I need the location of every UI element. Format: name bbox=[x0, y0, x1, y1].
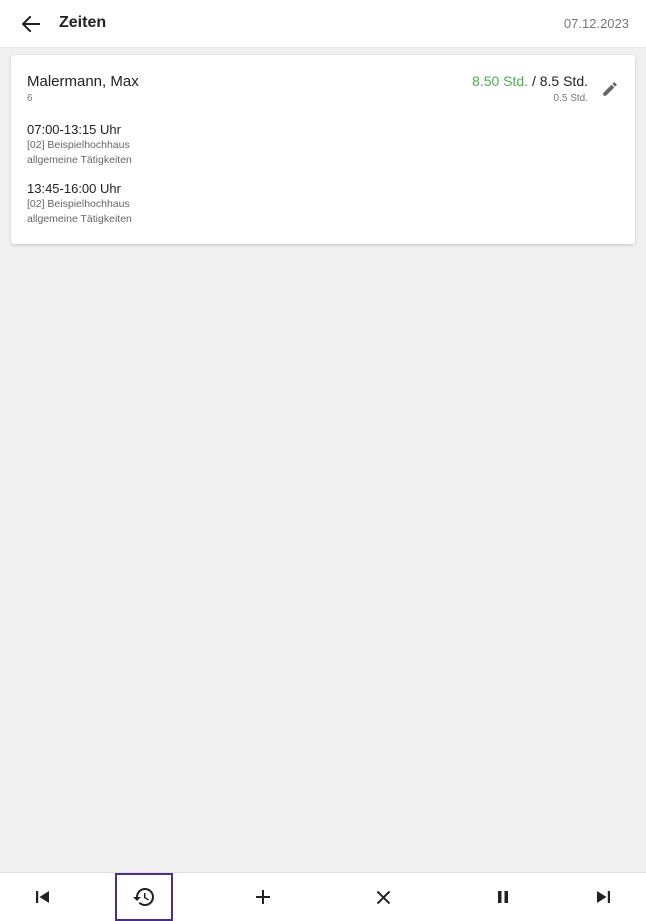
hours-summary: 8.50 Std. / 8.5 Std. bbox=[472, 73, 588, 89]
arrow-back-icon bbox=[22, 16, 40, 32]
entry-time: 07:00-13:15 Uhr bbox=[27, 122, 121, 137]
next-button[interactable] bbox=[574, 873, 632, 921]
skip-previous-icon bbox=[36, 891, 49, 903]
skip-next-icon bbox=[597, 891, 610, 903]
bottom-toolbar bbox=[0, 872, 646, 921]
hours-actual: 8.50 Std. bbox=[472, 73, 529, 89]
page-title: Zeiten bbox=[59, 14, 107, 31]
hours-separator: / bbox=[528, 73, 540, 89]
employee-name: Malermann, Max bbox=[27, 73, 139, 90]
app-bar: Zeiten 07.12.2023 bbox=[0, 0, 646, 48]
previous-button[interactable] bbox=[14, 873, 72, 921]
edit-button[interactable] bbox=[601, 80, 619, 98]
history-icon bbox=[133, 888, 154, 906]
entry-project: [02] Beispielhochhaus bbox=[27, 198, 130, 210]
time-entry[interactable]: 13:45-16:00 Uhr [02] Beispielhochhaus al… bbox=[27, 181, 132, 227]
entry-activity: allgemeine Tätigkeiten bbox=[27, 154, 132, 166]
entry-project: [02] Beispielhochhaus bbox=[27, 139, 130, 151]
close-icon bbox=[376, 890, 390, 904]
time-entry[interactable]: 07:00-13:15 Uhr [02] Beispielhochhaus al… bbox=[27, 122, 132, 168]
pause-button[interactable] bbox=[474, 873, 532, 921]
add-button[interactable] bbox=[234, 873, 292, 921]
pause-icon bbox=[498, 891, 508, 903]
close-button[interactable] bbox=[354, 873, 412, 921]
pencil-icon bbox=[603, 82, 617, 96]
back-button[interactable] bbox=[18, 12, 44, 36]
hours-break: 0.5 Std. bbox=[553, 93, 588, 104]
employee-time-card: Malermann, Max 6 8.50 Std. / 8.5 Std. 0.… bbox=[11, 55, 635, 244]
entry-activity: allgemeine Tätigkeiten bbox=[27, 213, 132, 225]
hours-target: 8.5 Std. bbox=[539, 73, 588, 89]
entry-time: 13:45-16:00 Uhr bbox=[27, 181, 121, 196]
employee-number: 6 bbox=[27, 93, 33, 104]
header-date: 07.12.2023 bbox=[563, 16, 629, 31]
history-button[interactable] bbox=[115, 873, 173, 921]
add-icon bbox=[256, 890, 270, 904]
